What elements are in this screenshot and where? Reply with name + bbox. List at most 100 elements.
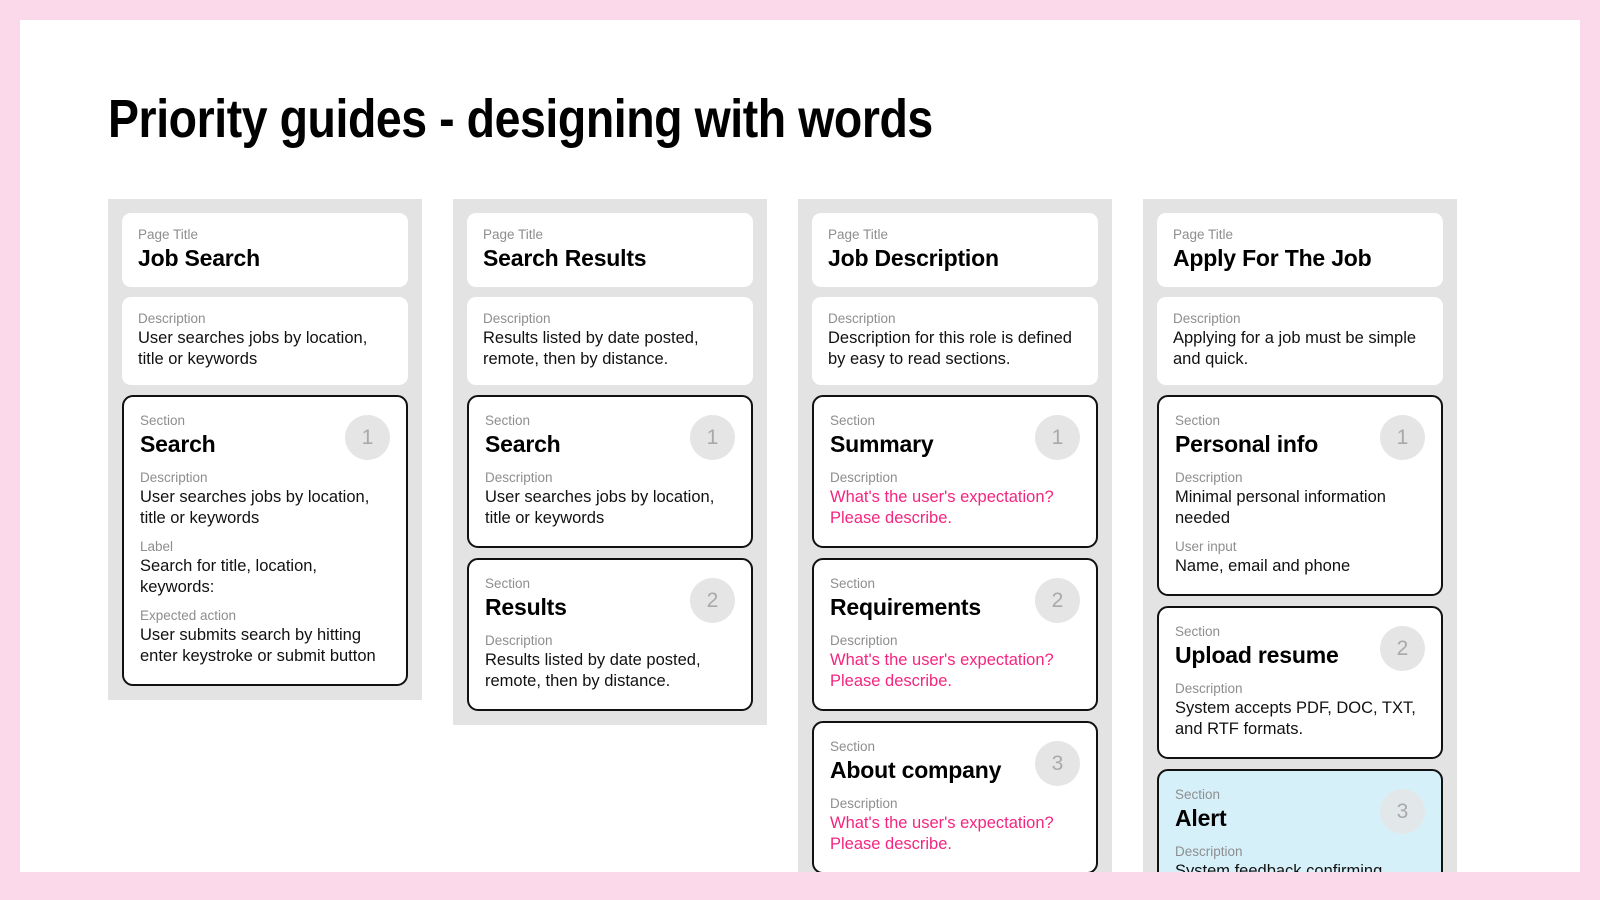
section-field: Description User searches jobs by locatio… bbox=[140, 469, 390, 529]
section-title: Alert bbox=[1175, 805, 1227, 831]
section-header-text: Section Search bbox=[140, 412, 216, 458]
section-title: Requirements bbox=[830, 594, 981, 620]
section-header-text: Section Summary bbox=[830, 412, 934, 458]
section-number-badge: 1 bbox=[690, 415, 735, 460]
section-field-label: Description bbox=[830, 633, 898, 648]
section-header: Section Results 2 bbox=[485, 575, 735, 623]
priority-guide-column: Page Title Search Results Description Resul… bbox=[453, 199, 767, 725]
section-field: Description User searches jobs by locatio… bbox=[485, 469, 735, 529]
section-field-value: User submits search by hitting enter key… bbox=[140, 626, 376, 665]
section-field-label: Description bbox=[1175, 844, 1243, 859]
page-description-card[interactable]: Description User searches jobs by locatio… bbox=[122, 297, 408, 385]
page-title-value: Apply For The Job bbox=[1173, 245, 1372, 271]
section-header: Section Personal info 1 bbox=[1175, 412, 1425, 460]
section-label: Section bbox=[485, 413, 531, 428]
section-field: Description What's the user's expectation… bbox=[830, 795, 1080, 855]
section-field: Description Results listed by date posted… bbox=[485, 632, 735, 692]
page-title-value: Job Description bbox=[828, 245, 999, 271]
section-header-text: Section Alert bbox=[1175, 786, 1227, 832]
section-card[interactable]: Section Personal info 1 Description Minimal … bbox=[1157, 395, 1443, 596]
section-card[interactable]: Section About company 3 Description What's t… bbox=[812, 721, 1098, 872]
section-number-badge: 1 bbox=[345, 415, 390, 460]
page-description-card[interactable]: Description Applying for a job must be si… bbox=[1157, 297, 1443, 385]
section-header-text: Section Upload resume bbox=[1175, 623, 1339, 669]
page-description-card[interactable]: Description Description for this role is … bbox=[812, 297, 1098, 385]
section-field-value: System accepts PDF, DOC, TXT, and RTF fo… bbox=[1175, 699, 1416, 738]
section-field-value: Results listed by date posted, remote, t… bbox=[485, 651, 701, 690]
section-label: Section bbox=[830, 413, 876, 428]
section-field-label: Expected action bbox=[140, 608, 237, 623]
page-title-label: Page Title bbox=[138, 227, 199, 242]
section-field: Description System accepts PDF, DOC, TXT,… bbox=[1175, 680, 1425, 740]
section-number-badge: 1 bbox=[1380, 415, 1425, 460]
section-header: Section Search 1 bbox=[485, 412, 735, 460]
page-title-label: Page Title bbox=[483, 227, 544, 242]
page-title-label: Page Title bbox=[828, 227, 889, 242]
section-field-label: Label bbox=[140, 539, 174, 554]
section-field-label: Description bbox=[830, 470, 898, 485]
section-card[interactable]: Section Alert 3 Description System feedback … bbox=[1157, 769, 1443, 872]
section-card[interactable]: Section Summary 1 Description What's the use… bbox=[812, 395, 1098, 548]
section-field: Label Search for title, location, keyword… bbox=[140, 538, 390, 598]
section-field: User input Name, email and phone bbox=[1175, 538, 1425, 577]
section-header-text: Section About company bbox=[830, 738, 1001, 784]
section-header-text: Section Personal info bbox=[1175, 412, 1318, 458]
page-title-value: Job Search bbox=[138, 245, 260, 271]
section-header-text: Section Search bbox=[485, 412, 561, 458]
section-header: Section Requirements 2 bbox=[830, 575, 1080, 623]
section-field: Description Minimal personal information … bbox=[1175, 469, 1425, 529]
section-field-value: User searches jobs by location, title or… bbox=[485, 488, 715, 527]
section-field: Description What's the user's expectation… bbox=[830, 469, 1080, 529]
section-field-value: Search for title, location, keywords: bbox=[140, 557, 318, 596]
section-title: Upload resume bbox=[1175, 642, 1339, 668]
description-label: Description bbox=[483, 311, 551, 326]
section-title: Personal info bbox=[1175, 431, 1319, 457]
section-card[interactable]: Section Search 1 Description User searches j… bbox=[467, 395, 753, 548]
page-title-card[interactable]: Page Title Search Results bbox=[467, 213, 753, 287]
section-field-value: Minimal personal information needed bbox=[1175, 488, 1386, 527]
priority-guide-board: Page Title Job Search Description User sear… bbox=[108, 199, 1580, 872]
page-title-label: Page Title bbox=[1173, 227, 1234, 242]
priority-guide-column: Page Title Apply For The Job Description Ap… bbox=[1143, 199, 1457, 872]
section-number-badge: 2 bbox=[690, 578, 735, 623]
description-value: Results listed by date posted, remote, t… bbox=[483, 329, 699, 368]
section-field-value: What's the user's expectation? Please de… bbox=[830, 814, 1054, 853]
section-title: Search bbox=[140, 431, 216, 457]
section-title: About company bbox=[830, 757, 1002, 783]
section-card[interactable]: Section Results 2 Description Results listed… bbox=[467, 558, 753, 711]
section-field-label: Description bbox=[140, 470, 208, 485]
section-number-badge: 1 bbox=[1035, 415, 1080, 460]
priority-guide-column: Page Title Job Search Description User sear… bbox=[108, 199, 422, 700]
section-label: Section bbox=[830, 576, 876, 591]
page-title-card[interactable]: Page Title Job Description bbox=[812, 213, 1098, 287]
page-canvas: Priority guides - designing with words P… bbox=[20, 20, 1580, 872]
section-header-text: Section Results bbox=[485, 575, 567, 621]
section-field: Description System feedback confirming su… bbox=[1175, 843, 1425, 872]
section-number-badge: 2 bbox=[1035, 578, 1080, 623]
page-description-card[interactable]: Description Results listed by date posted… bbox=[467, 297, 753, 385]
section-label: Section bbox=[140, 413, 186, 428]
section-header: Section About company 3 bbox=[830, 738, 1080, 786]
section-card[interactable]: Section Requirements 2 Description What's th… bbox=[812, 558, 1098, 711]
section-card[interactable]: Section Upload resume 2 Description System a… bbox=[1157, 606, 1443, 759]
priority-guide-column: Page Title Job Description Description Desc… bbox=[798, 199, 1112, 872]
section-header: Section Search 1 bbox=[140, 412, 390, 460]
page-title-card[interactable]: Page Title Apply For The Job bbox=[1157, 213, 1443, 287]
section-label: Section bbox=[485, 576, 531, 591]
description-label: Description bbox=[138, 311, 206, 326]
section-header: Section Alert 3 bbox=[1175, 786, 1425, 834]
section-header: Section Summary 1 bbox=[830, 412, 1080, 460]
section-field-value: User searches jobs by location, title or… bbox=[140, 488, 370, 527]
section-label: Section bbox=[1175, 413, 1221, 428]
section-card[interactable]: Section Search 1 Description User searches j… bbox=[122, 395, 408, 686]
section-label: Section bbox=[830, 739, 876, 754]
page-title-card[interactable]: Page Title Job Search bbox=[122, 213, 408, 287]
description-value: Description for this role is defined by … bbox=[828, 329, 1072, 368]
section-field-label: Description bbox=[485, 470, 553, 485]
section-field-value: Name, email and phone bbox=[1175, 557, 1351, 575]
description-label: Description bbox=[1173, 311, 1241, 326]
description-label: Description bbox=[828, 311, 896, 326]
section-field-label: Description bbox=[830, 796, 898, 811]
section-field: Description What's the user's expectation… bbox=[830, 632, 1080, 692]
section-field-label: Description bbox=[1175, 470, 1243, 485]
